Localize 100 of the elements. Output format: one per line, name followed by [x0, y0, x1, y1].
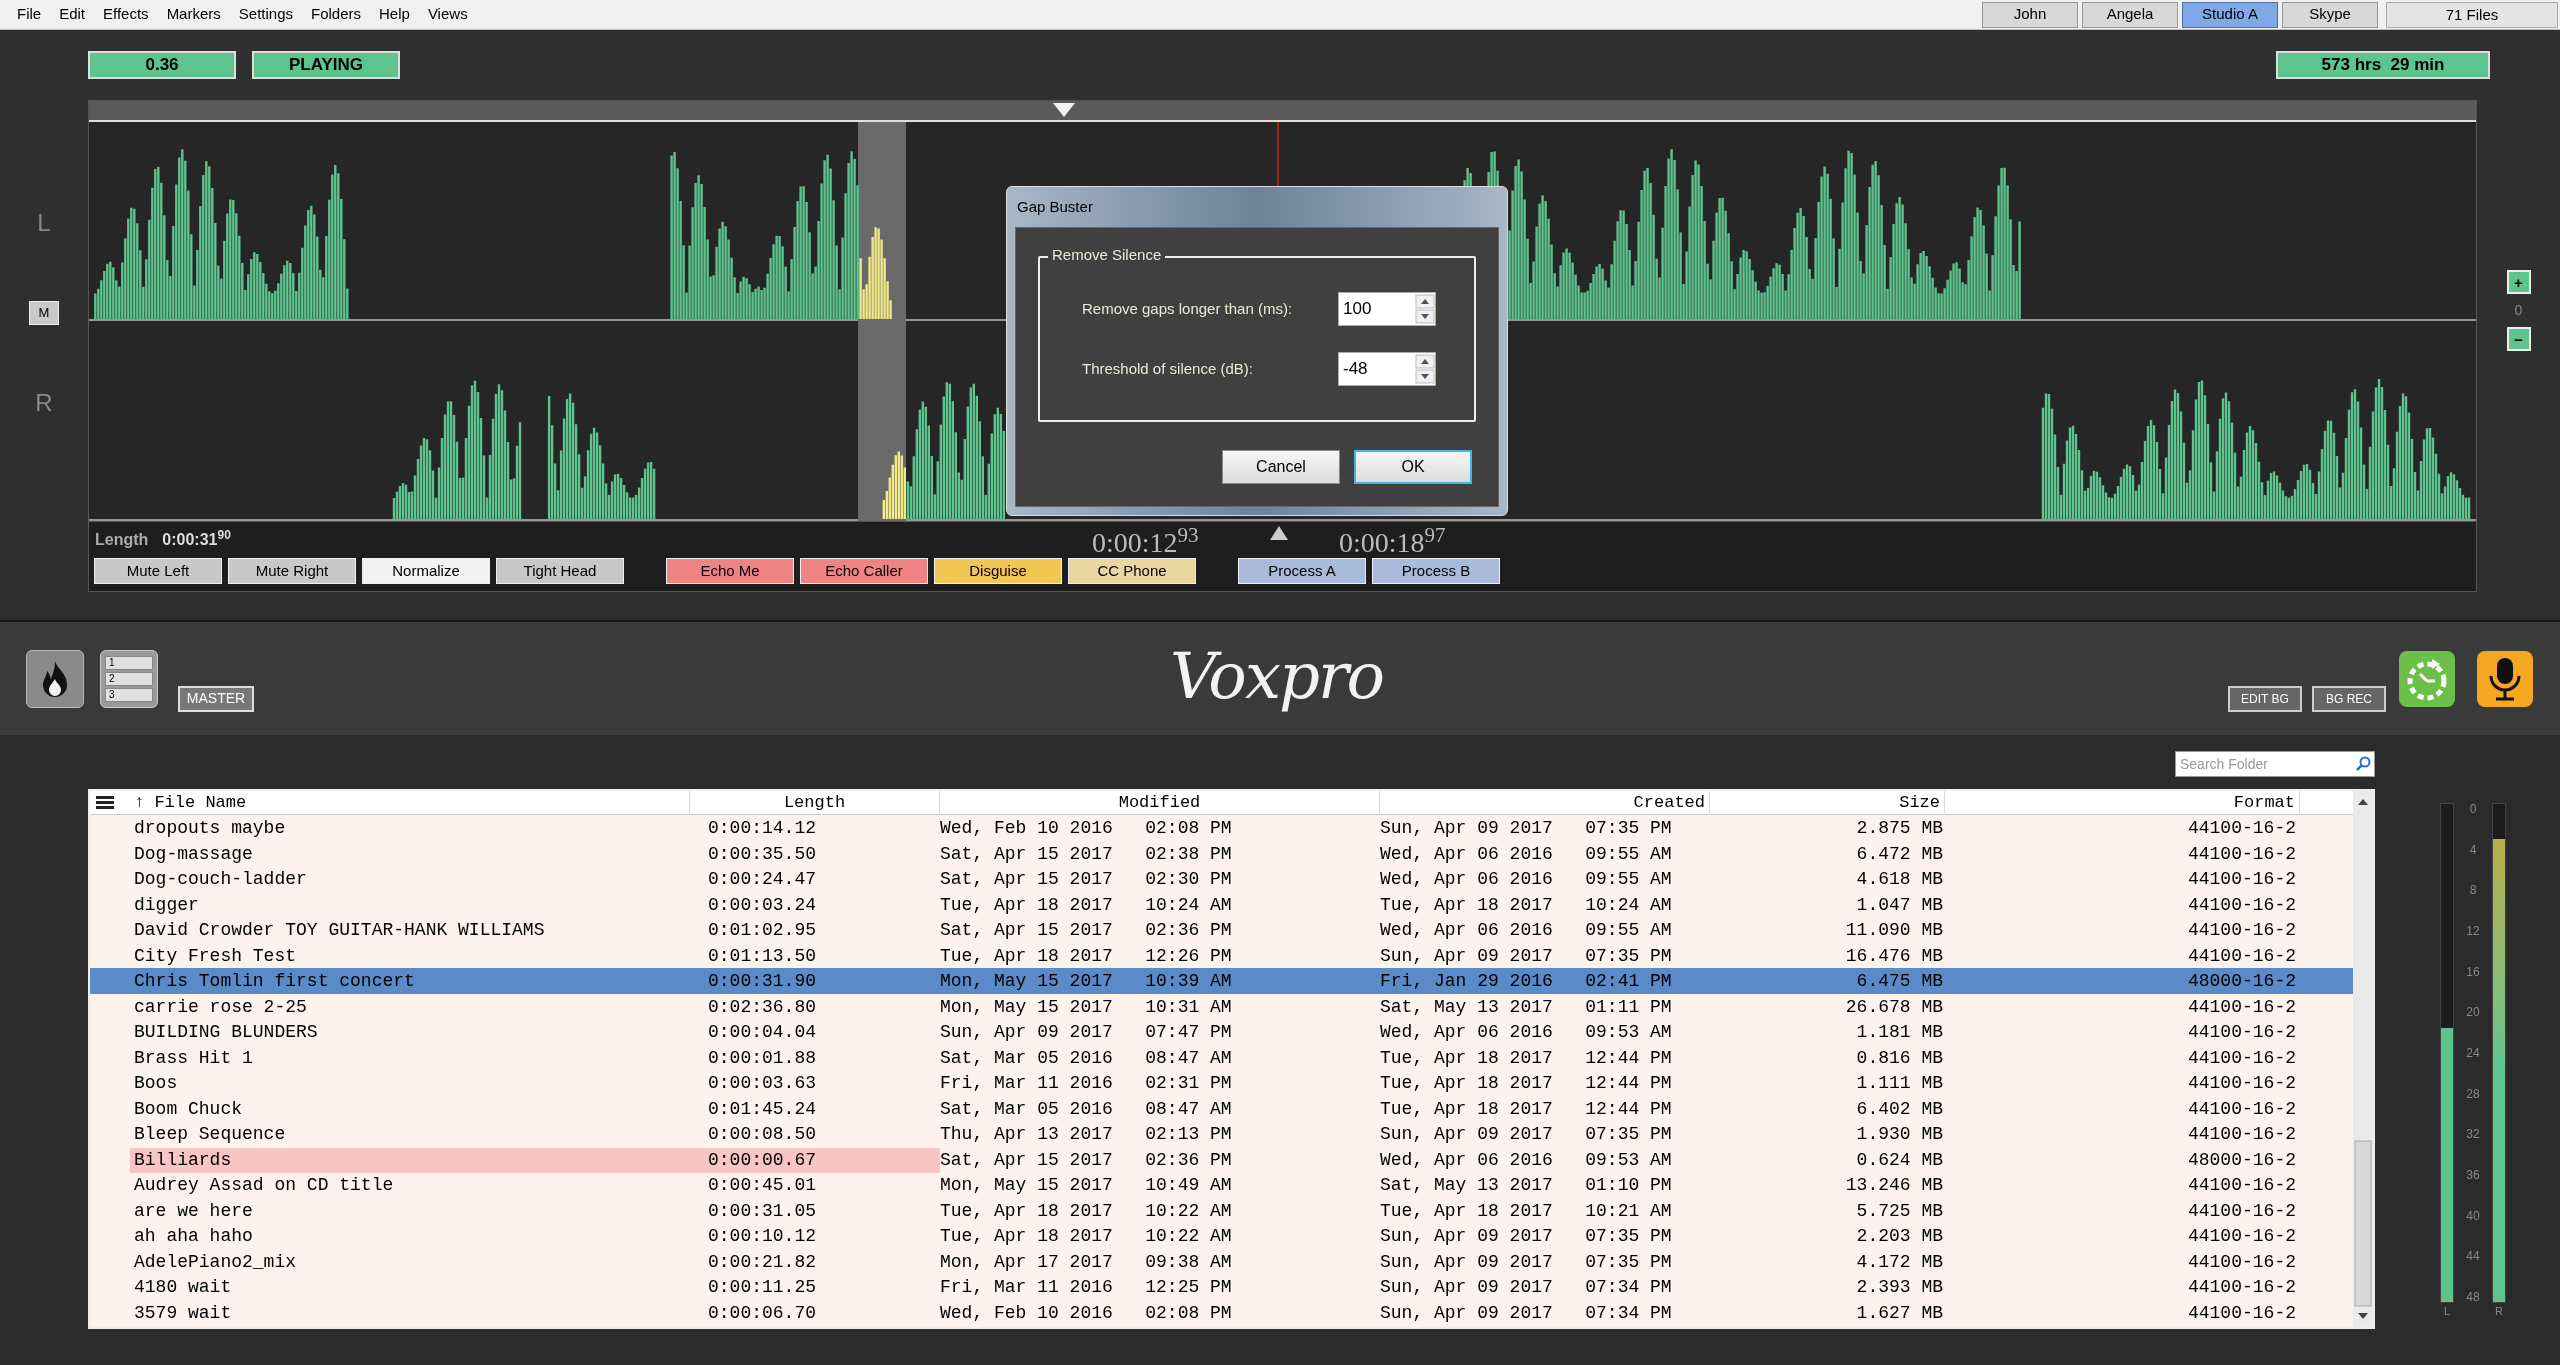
- user-tab[interactable]: Angela: [2082, 1, 2178, 28]
- file-row[interactable]: Brass Hit 1 0:00:01.88 Sat, Mar 05 2016 08:47 AM Tue, Apr 18 2017 12:44 PM 0.816 MB 44100-16-2: [90, 1044, 2353, 1070]
- effect-button[interactable]: Process A: [1238, 558, 1366, 584]
- menu-item[interactable]: Settings: [229, 3, 302, 26]
- file-row[interactable]: dropouts maybe 0:00:14.12 Wed, Feb 10 2016 02:08 PM Sun, Apr 09 2017 07:35 PM 2.875 MB 44100-16-2: [90, 815, 2353, 841]
- table-cell: 0:00:00.67: [690, 1147, 940, 1173]
- table-cell-text: 26.678 MB: [1844, 995, 1944, 1019]
- menu-item[interactable]: Effects: [94, 3, 158, 26]
- column-options-icon[interactable]: [96, 796, 114, 810]
- table-cell-text: Sat, Mar 05 2016 08:47 AM: [940, 1097, 1233, 1121]
- user-tab[interactable]: Skype: [2282, 1, 2378, 28]
- file-row[interactable]: Dog-couch-ladder 0:00:24.47 Sat, Apr 15 2017 02:30 PM Wed, Apr 06 2016 09:55 AM 4.618 MB 44100-16-2: [90, 866, 2353, 892]
- logo: Voxpro: [1170, 638, 1384, 715]
- table-cell-text: 0:00:31.90: [707, 970, 818, 993]
- scrollbar[interactable]: [2353, 791, 2373, 1327]
- bg-button[interactable]: BG REC: [2312, 685, 2386, 712]
- effect-button[interactable]: Tight Head: [496, 558, 624, 584]
- column-header[interactable]: ↑ File Name: [130, 791, 690, 815]
- table-cell-text: Wed, Apr 06 2016 09:55 AM: [1380, 842, 1673, 866]
- column-header[interactable]: Format: [1945, 791, 2300, 815]
- menu-item[interactable]: Views: [418, 3, 477, 26]
- file-row[interactable]: ah aha haho 0:00:10.12 Tue, Apr 18 2017 10:22 AM Sun, Apr 09 2017 07:35 PM 2.203 MB 44100-16-2: [90, 1223, 2353, 1249]
- numbered-list-button[interactable]: 1 2 3: [100, 649, 158, 708]
- table-cell-text: 44100-16-2: [2186, 842, 2297, 866]
- table-cell-text: 0:00:45.01: [707, 1174, 818, 1197]
- table-cell-text: City Fresh Test: [133, 944, 298, 968]
- table-cell-text: Tue, Apr 18 2017 10:24 AM: [1380, 893, 1673, 917]
- search-field[interactable]: Search Folder: [2175, 751, 2375, 777]
- file-row[interactable]: Bleep Sequence 0:00:08.50 Thu, Apr 13 2017 02:13 PM Sun, Apr 09 2017 07:35 PM 1.930 MB 44100-16-2: [90, 1121, 2353, 1147]
- zoom-in-button[interactable]: +: [2506, 270, 2531, 294]
- burn-button[interactable]: [26, 649, 84, 708]
- table-cell-text: 0.624 MB: [1855, 1148, 1944, 1172]
- end-time: 0:00:18$^{97}$: [1339, 526, 1446, 560]
- user-tab[interactable]: Studio A: [2182, 1, 2278, 28]
- table-cell-text: 44100-16-2: [2186, 868, 2297, 891]
- column-header[interactable]: Created: [1380, 791, 1710, 815]
- table-cell-text: BUILDING BLUNDERS: [133, 1021, 319, 1044]
- file-row[interactable]: digger 0:00:03.24 Tue, Apr 18 2017 10:24 AM Tue, Apr 18 2017 10:24 AM 1.047 MB 44100-16-2: [90, 891, 2353, 917]
- menu-item[interactable]: Edit: [50, 3, 95, 26]
- table-cell-text: 0:00:21.82: [707, 1250, 818, 1274]
- file-row[interactable]: Billiards 0:00:00.67 Sat, Apr 15 2017 02:36 PM Wed, Apr 06 2016 09:53 AM 0.624 MB 48000-16-2: [90, 1146, 2353, 1172]
- menu-item[interactable]: Help: [370, 3, 419, 26]
- file-row[interactable]: carrie rose 2-25 0:02:36.80 Mon, May 15 2017 10:31 AM Sat, May 13 2017 01:11 PM 26.678 MB 44100-16-2: [90, 993, 2353, 1019]
- bg-button[interactable]: EDIT BG: [2228, 685, 2302, 712]
- effect-button[interactable]: Mute Left: [94, 558, 222, 584]
- table-cell-text: 2.875 MB: [1855, 817, 1944, 840]
- clock-icon[interactable]: [2398, 649, 2456, 708]
- file-row[interactable]: are we here 0:00:31.05 Tue, Apr 18 2017 10:22 AM Tue, Apr 18 2017 10:21 AM 5.725 MB 44100-16-2: [90, 1197, 2353, 1223]
- dialog-button[interactable]: OK: [1354, 450, 1472, 484]
- file-row[interactable]: Audrey Assad on CD title 0:00:45.01 Mon, May 15 2017 10:49 AM Sat, May 13 2017 01:10 PM 13.246 MB 44100-16-2: [90, 1172, 2353, 1198]
- dialog-title: Gap Buster: [1016, 197, 1094, 217]
- menu-item[interactable]: File: [8, 3, 51, 26]
- meter-channel-label: R: [2495, 1304, 2503, 1319]
- file-row[interactable]: BUILDING BLUNDERS 0:00:04.04 Sun, Apr 09 2017 07:47 PM Wed, Apr 06 2016 09:53 AM 1.181 MB 44100-16-2: [90, 1019, 2353, 1045]
- column-header[interactable]: Modified: [940, 791, 1380, 815]
- effect-button[interactable]: Mute Right: [228, 558, 356, 584]
- spin-field[interactable]: -48: [1338, 352, 1436, 386]
- user-tab[interactable]: John: [1982, 1, 2078, 28]
- spin-arrows-icon[interactable]: [1415, 294, 1435, 324]
- effect-button[interactable]: Process B: [1372, 558, 1500, 584]
- file-row[interactable]: David Crowder TOY GUITAR-HANK WILLIAMS 0:01:02.95 Sat, Apr 15 2017 02:36 PM Wed, Apr 06 2016 09:55 AM 11.090 MB 44100-16-2: [90, 917, 2353, 943]
- table-cell-text: 44100-16-2: [2186, 1072, 2297, 1095]
- zoom-out-button[interactable]: −: [2506, 327, 2531, 351]
- microphone-icon[interactable]: [2476, 649, 2534, 708]
- table-cell-text: AdelePiano2_mix: [133, 1250, 298, 1274]
- effect-button[interactable]: Echo Caller: [800, 558, 928, 584]
- master-button[interactable]: MASTER: [178, 685, 254, 712]
- mute-button[interactable]: M: [29, 301, 59, 325]
- file-row[interactable]: 4180 wait 0:00:11.25 Fri, Mar 11 2016 12:25 PM Sun, Apr 09 2017 07:34 PM 2.393 MB 44100-16-2: [90, 1274, 2353, 1300]
- table-cell-text: Sat, Mar 05 2016 08:47 AM: [940, 1046, 1233, 1070]
- dialog-button[interactable]: Cancel: [1222, 450, 1340, 484]
- file-row[interactable]: Boos 0:00:03.63 Fri, Mar 11 2016 02:31 PM Tue, Apr 18 2017 12:44 PM 1.111 MB 44100-16-2: [90, 1070, 2353, 1096]
- effect-button[interactable]: Disguise: [934, 558, 1062, 584]
- file-row[interactable]: Dog-massage 0:00:35.50 Sat, Apr 15 2017 02:38 PM Wed, Apr 06 2016 09:55 AM 6.472 MB 44100-16-2: [90, 840, 2353, 866]
- file-row[interactable]: Chris Tomlin first concert 0:00:31.90 Mon, May 15 2017 10:39 AM Fri, Jan 29 2016 02:41 PM 6.475 MB 48000-16-2: [90, 968, 2353, 994]
- table-cell-text: 0:00:35.50: [707, 842, 818, 866]
- effect-button[interactable]: Echo Me: [666, 558, 794, 584]
- table-cell-text: 0:00:10.12: [707, 1225, 818, 1248]
- effect-button[interactable]: Normalize: [362, 558, 490, 584]
- file-row[interactable]: Boom Chuck 0:01:45.24 Sat, Mar 05 2016 08:47 AM Tue, Apr 18 2017 12:44 PM 6.402 MB 44100-16-2: [90, 1095, 2353, 1121]
- file-row[interactable]: City Fresh Test 0:01:13.50 Tue, Apr 18 2017 12:26 PM Sun, Apr 09 2017 07:35 PM 16.476 MB 44100-16-2: [90, 942, 2353, 968]
- table-cell-text: 0:00:03.63: [707, 1072, 818, 1095]
- menu-item[interactable]: Markers: [157, 3, 230, 26]
- column-header[interactable]: Length: [690, 791, 940, 815]
- file-row[interactable]: AdelePiano2_mix 0:00:21.82 Mon, Apr 17 2017 09:38 AM Sun, Apr 09 2017 07:35 PM 4.172 MB 44100-16-2: [90, 1248, 2353, 1274]
- spin-field[interactable]: 100: [1338, 292, 1436, 326]
- table-cell-text: ah aha haho: [133, 1225, 254, 1248]
- table-cell-text: Tue, Apr 18 2017 10:21 AM: [1380, 1199, 1673, 1223]
- table-cell-text: 48000-16-2: [2186, 970, 2297, 993]
- spin-arrows-icon[interactable]: [1415, 354, 1435, 384]
- meter-scale-label: 40: [2466, 1209, 2480, 1222]
- column-header[interactable]: Size: [1710, 791, 1945, 815]
- effect-button[interactable]: CC Phone: [1068, 558, 1196, 584]
- table-cell-text: 11.090 MB: [1844, 919, 1944, 942]
- table-cell-text: 44100-16-2: [2186, 893, 2297, 917]
- table-cell-text: 1.111 MB: [1855, 1072, 1944, 1095]
- file-row[interactable]: 3579 wait 0:00:06.70 Wed, Feb 10 2016 02:08 PM Sun, Apr 09 2017 07:34 PM 1.627 MB 44100-16-2: [90, 1299, 2353, 1325]
- table-cell-text: 44100-16-2: [2186, 919, 2297, 942]
- menu-item[interactable]: Folders: [302, 3, 371, 26]
- table-cell-text: Wed, Feb 10 2016 02:08 PM: [940, 1301, 1233, 1325]
